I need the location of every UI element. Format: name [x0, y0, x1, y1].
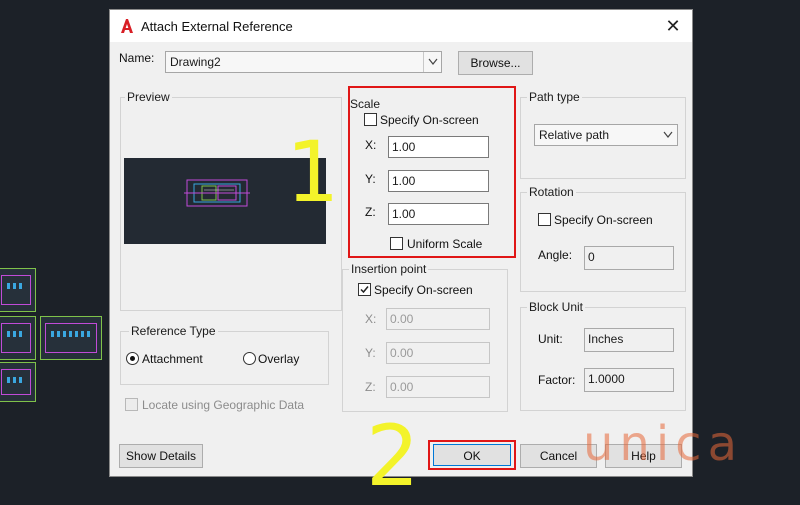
drawing-thumbnail	[0, 362, 36, 402]
unit-input: Inches	[584, 328, 674, 352]
drawing-thumbnail	[0, 268, 36, 312]
rotation-group: Rotation	[520, 185, 686, 292]
title-bar: Attach External Reference ✕	[110, 10, 692, 42]
geographic-data-checkbox[interactable]	[125, 398, 138, 411]
angle-label: Angle:	[538, 248, 573, 262]
drawing-thumbnail	[0, 316, 36, 360]
insertion-x-label: X:	[365, 312, 377, 326]
factor-label: Factor:	[538, 373, 576, 387]
browse-button[interactable]: Browse...	[458, 51, 533, 75]
close-button[interactable]: ✕	[660, 14, 686, 38]
ok-button[interactable]: OK	[433, 444, 511, 466]
unica-watermark: unica	[583, 416, 743, 472]
overlay-label[interactable]: Overlay	[258, 352, 299, 366]
name-label: Name:	[119, 51, 155, 65]
insertion-z-input[interactable]: 0.00	[386, 376, 490, 398]
step-2-annotation: 2	[366, 407, 420, 505]
block-unit-label: Block Unit	[527, 300, 586, 314]
insertion-y-input[interactable]: 0.00	[386, 342, 490, 364]
preview-label: Preview	[125, 90, 172, 104]
name-dropdown[interactable]: Drawing2	[165, 51, 442, 73]
attachment-radio[interactable]	[126, 352, 139, 365]
path-type-value: Relative path	[539, 128, 610, 142]
chevron-down-icon[interactable]	[423, 52, 441, 72]
insertion-point-label: Insertion point	[349, 262, 429, 276]
checkmark-icon	[360, 286, 369, 294]
geographic-data-label: Locate using Geographic Data	[142, 398, 305, 412]
path-type-label: Path type	[527, 90, 582, 104]
insertion-specify-onscreen-label: Specify On-screen	[374, 283, 473, 297]
drawing-thumbnail	[40, 316, 102, 360]
insertion-y-label: Y:	[365, 346, 376, 360]
insertion-specify-onscreen-checkbox[interactable]	[358, 283, 371, 296]
path-type-dropdown[interactable]: Relative path	[534, 124, 678, 146]
angle-input[interactable]: 0	[584, 246, 674, 270]
rotation-label: Rotation	[527, 185, 576, 199]
reference-type-label: Reference Type	[129, 324, 218, 338]
autocad-logo-icon	[119, 18, 135, 34]
chevron-down-icon[interactable]	[659, 125, 677, 145]
attachment-label[interactable]: Attachment	[142, 352, 203, 366]
rotation-specify-onscreen-label: Specify On-screen	[554, 213, 653, 227]
window-title: Attach External Reference	[141, 19, 293, 34]
name-dropdown-value: Drawing2	[170, 55, 221, 69]
step-1-annotation: 1	[286, 123, 340, 221]
rotation-specify-onscreen-checkbox[interactable]	[538, 213, 551, 226]
insertion-z-label: Z:	[365, 380, 376, 394]
unit-label: Unit:	[538, 332, 563, 346]
overlay-radio[interactable]	[243, 352, 256, 365]
factor-input: 1.0000	[584, 368, 674, 392]
insertion-x-input[interactable]: 0.00	[386, 308, 490, 330]
show-details-button[interactable]: Show Details	[119, 444, 203, 468]
block-unit-group: Block Unit	[520, 300, 686, 411]
scale-highlight-box	[348, 86, 516, 258]
